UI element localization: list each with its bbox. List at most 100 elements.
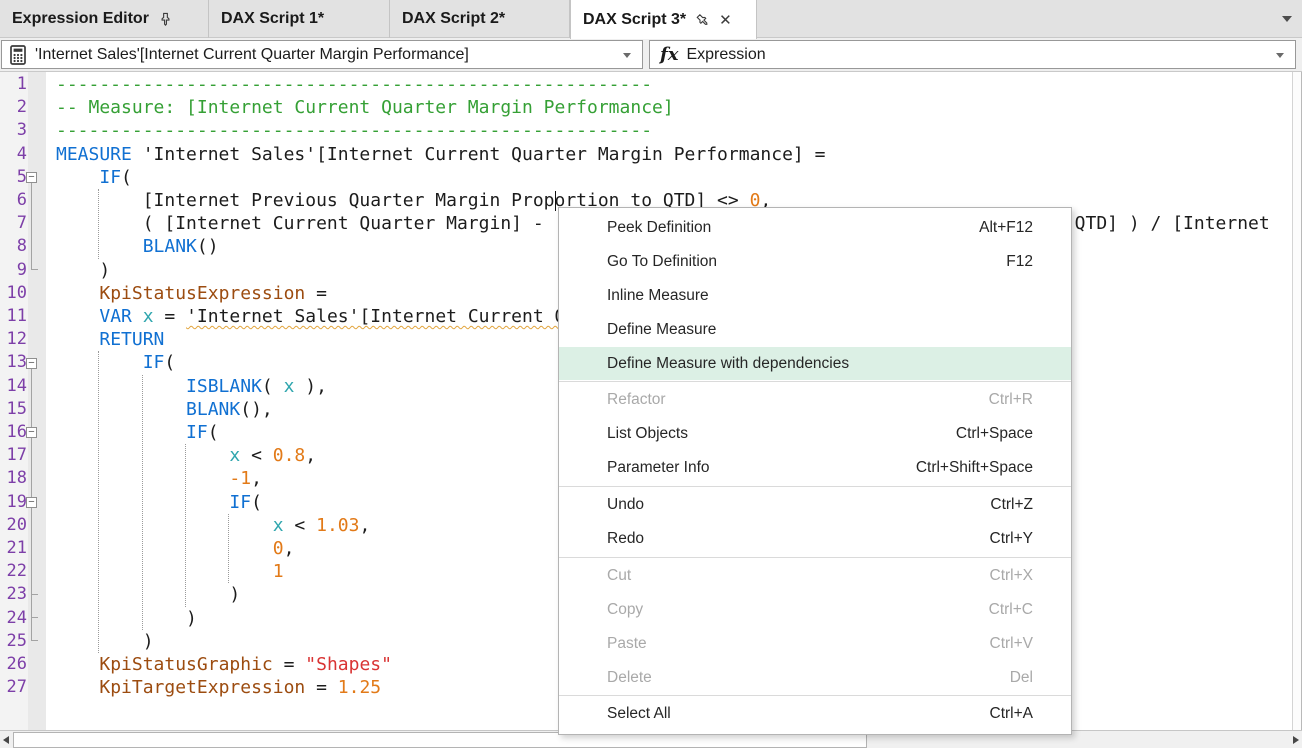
menu-item-define-measure[interactable]: Define Measure	[559, 313, 1071, 347]
fold-collapse-icon[interactable]: −	[26, 427, 37, 438]
pin-icon[interactable]	[159, 12, 172, 26]
menu-item-peek-definition[interactable]: Peek DefinitionAlt+F12	[559, 211, 1071, 245]
chevron-down-icon[interactable]	[1282, 16, 1292, 22]
line-number: 24	[0, 607, 27, 630]
code-line-12[interactable]: RETURN	[56, 328, 164, 351]
code-line-4[interactable]: MEASURE 'Internet Sales'[Internet Curren…	[56, 143, 825, 166]
chevron-down-icon[interactable]	[623, 53, 631, 58]
tab-expression-editor[interactable]: Expression Editor	[0, 0, 209, 38]
code-line-23[interactable]: )	[56, 583, 240, 606]
menu-item-list-objects[interactable]: List ObjectsCtrl+Space	[559, 417, 1071, 451]
tab-dax-script-3[interactable]: DAX Script 3*✕	[570, 0, 757, 39]
code-line-1[interactable]: ----------------------------------------…	[56, 73, 652, 96]
menu-item-define-measure-with-dependencies[interactable]: Define Measure with dependencies	[559, 347, 1071, 381]
menu-item-shortcut: Ctrl+C	[989, 601, 1033, 619]
text-caret	[555, 191, 557, 211]
menu-item-paste: PasteCtrl+V	[559, 627, 1071, 661]
chevron-down-icon[interactable]	[1276, 53, 1284, 58]
fold-collapse-icon[interactable]: −	[26, 497, 37, 508]
tab-dax-script-2[interactable]: DAX Script 2*	[390, 0, 570, 38]
menu-item-label: Define Measure with dependencies	[607, 355, 1033, 373]
line-number: 14	[0, 375, 27, 398]
menu-item-shortcut: F12	[1006, 253, 1033, 271]
code-line-5[interactable]: IF(	[56, 166, 132, 189]
line-number: 1	[0, 73, 27, 96]
line-number: 22	[0, 560, 27, 583]
close-icon[interactable]: ✕	[719, 11, 732, 29]
line-number: 23	[0, 583, 27, 606]
toolbar: 'Internet Sales'[Internet Current Quarte…	[0, 38, 1302, 72]
line-number: 27	[0, 676, 27, 699]
menu-item-delete: DeleteDel	[559, 661, 1071, 695]
fold-scope-line	[31, 508, 38, 595]
scroll-right-icon[interactable]	[1293, 736, 1299, 744]
measure-selector[interactable]: 'Internet Sales'[Internet Current Quarte…	[1, 40, 643, 69]
context-menu: Peek DefinitionAlt+F12Go To DefinitionF1…	[558, 207, 1072, 735]
code-line-2[interactable]: -- Measure: [Internet Current Quarter Ma…	[56, 96, 674, 119]
menu-item-shortcut: Ctrl+Space	[956, 425, 1033, 443]
code-line-25[interactable]: )	[56, 630, 154, 653]
code-line-3[interactable]: ----------------------------------------…	[56, 119, 652, 142]
menu-item-label: Paste	[607, 635, 990, 653]
menu-item-undo[interactable]: UndoCtrl+Z	[559, 488, 1071, 522]
code-line-24[interactable]: )	[56, 607, 197, 630]
menu-item-redo[interactable]: RedoCtrl+Y	[559, 522, 1071, 556]
line-number: 19	[0, 491, 27, 514]
expression-selector[interactable]: fx Expression	[649, 40, 1296, 69]
menu-separator	[559, 381, 1071, 382]
code-line-14[interactable]: ISBLANK( x ),	[56, 375, 327, 398]
code-line-19[interactable]: IF(	[56, 491, 262, 514]
code-line-22[interactable]: 1	[56, 560, 284, 583]
menu-item-parameter-info[interactable]: Parameter InfoCtrl+Shift+Space	[559, 451, 1071, 485]
code-line-15[interactable]: BLANK(),	[56, 398, 273, 421]
fold-collapse-icon[interactable]: −	[26, 358, 37, 369]
code-line-16[interactable]: IF(	[56, 421, 219, 444]
fx-icon: fx	[660, 44, 678, 65]
line-number: 8	[0, 235, 27, 258]
line-number: 4	[0, 143, 27, 166]
code-line-21[interactable]: 0,	[56, 537, 294, 560]
menu-item-select-all[interactable]: Select AllCtrl+A	[559, 697, 1071, 731]
menu-item-shortcut: Ctrl+Y	[990, 530, 1034, 548]
code-line-8[interactable]: BLANK()	[56, 235, 219, 258]
tab-bar: Expression Editor DAX Script 1* DAX Script…	[0, 0, 1302, 38]
menu-item-shortcut: Ctrl+A	[990, 705, 1034, 723]
menu-item-label: Delete	[607, 669, 1010, 687]
code-line-18[interactable]: -1,	[56, 467, 262, 490]
line-number: 17	[0, 444, 27, 467]
line-number: 21	[0, 537, 27, 560]
line-number: 7	[0, 212, 27, 235]
menu-item-label: Parameter Info	[607, 459, 916, 477]
code-line-20[interactable]: x < 1.03,	[56, 514, 370, 537]
menu-item-shortcut: Ctrl+R	[989, 391, 1033, 409]
scroll-left-icon[interactable]	[3, 736, 9, 744]
menu-item-inline-measure[interactable]: Inline Measure	[559, 279, 1071, 313]
measure-selector-value: 'Internet Sales'[Internet Current Quarte…	[35, 46, 469, 64]
line-number: 12	[0, 328, 27, 351]
code-line-26[interactable]: KpiStatusGraphic = "Shapes"	[56, 653, 392, 676]
line-number: 6	[0, 189, 27, 212]
menu-item-label: Refactor	[607, 391, 989, 409]
code-line-10[interactable]: KpiStatusExpression =	[56, 282, 327, 305]
line-number: 25	[0, 630, 27, 653]
fold-collapse-icon[interactable]: −	[26, 172, 37, 183]
code-line-27[interactable]: KpiTargetExpression = 1.25	[56, 676, 381, 699]
vertical-scrollbar[interactable]	[1292, 72, 1302, 730]
menu-item-label: Copy	[607, 601, 989, 619]
menu-item-shortcut: Del	[1010, 669, 1033, 687]
expression-selector-value: Expression	[686, 46, 765, 64]
menu-item-shortcut: Ctrl+Z	[990, 496, 1033, 514]
code-line-9[interactable]: )	[56, 259, 110, 282]
code-line-17[interactable]: x < 0.8,	[56, 444, 316, 467]
line-number: 11	[0, 305, 27, 328]
tab-label: DAX Script 1*	[221, 10, 324, 28]
line-number: 3	[0, 119, 27, 142]
pin-icon[interactable]	[696, 13, 709, 27]
code-line-13[interactable]: IF(	[56, 351, 175, 374]
tab-dax-script-1[interactable]: DAX Script 1*	[209, 0, 390, 38]
menu-item-go-to-definition[interactable]: Go To DefinitionF12	[559, 245, 1071, 279]
line-number: 2	[0, 96, 27, 119]
line-number: 13	[0, 351, 27, 374]
menu-item-shortcut: Alt+F12	[979, 219, 1033, 237]
menu-item-copy: CopyCtrl+C	[559, 593, 1071, 627]
